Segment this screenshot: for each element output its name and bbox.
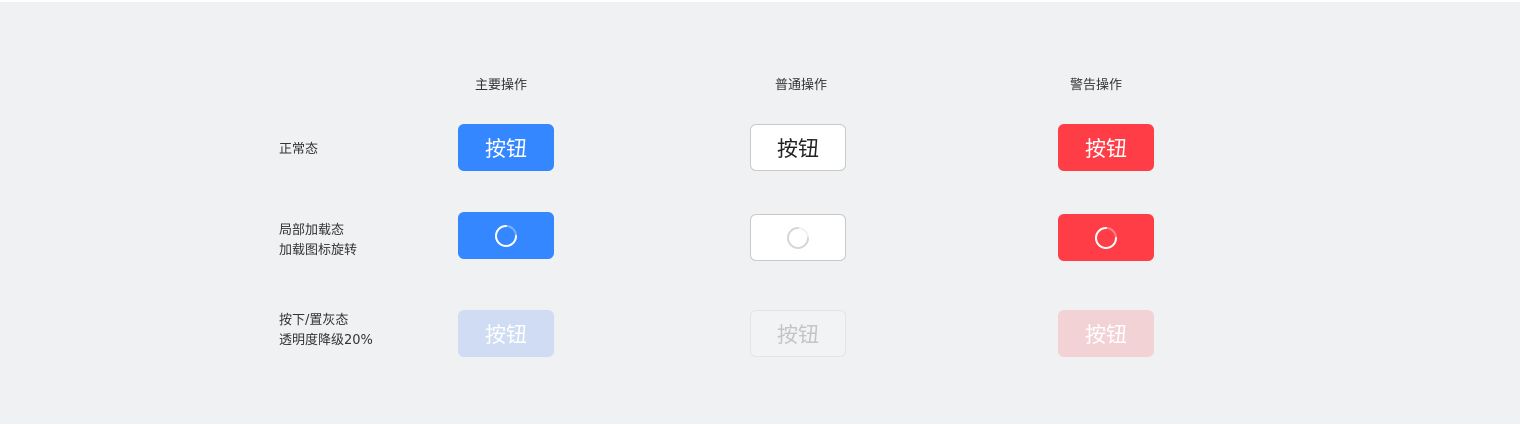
warning-button[interactable]: 按钮 xyxy=(1058,124,1154,171)
loading-spinner-icon xyxy=(787,226,809,249)
primary-disabled-button[interactable]: 按钮 xyxy=(458,310,554,357)
column-header-normal: 普通操作 xyxy=(774,78,827,93)
column-header-warning: 警告操作 xyxy=(1069,78,1122,93)
loading-spinner-icon xyxy=(1095,226,1117,249)
top-edge xyxy=(0,0,1520,2)
row-label-disabled-line1: 按下/置灰态 xyxy=(279,313,349,328)
normal-button[interactable]: 按钮 xyxy=(750,124,846,171)
row-label-loading-line2: 加载图标旋转 xyxy=(279,243,358,258)
row-label-loading-line1: 局部加载态 xyxy=(279,223,345,238)
loading-spinner-icon xyxy=(495,224,517,247)
normal-loading-button[interactable] xyxy=(750,214,846,261)
primary-button[interactable]: 按钮 xyxy=(458,124,554,171)
row-label-disabled-line2: 透明度降级20% xyxy=(279,333,373,348)
primary-loading-button[interactable] xyxy=(458,212,554,259)
warning-disabled-button[interactable]: 按钮 xyxy=(1058,310,1154,357)
row-label-disabled-state: 按下/置灰态 透明度降级20% xyxy=(279,311,373,351)
row-label-normal-state: 正常态 xyxy=(279,140,318,160)
row-label-loading-state: 局部加载态 加载图标旋转 xyxy=(279,221,357,261)
row-label-normal-state-text: 正常态 xyxy=(279,142,319,157)
column-header-primary: 主要操作 xyxy=(474,78,527,93)
normal-disabled-button[interactable]: 按钮 xyxy=(750,310,846,357)
warning-loading-button[interactable] xyxy=(1058,214,1154,261)
